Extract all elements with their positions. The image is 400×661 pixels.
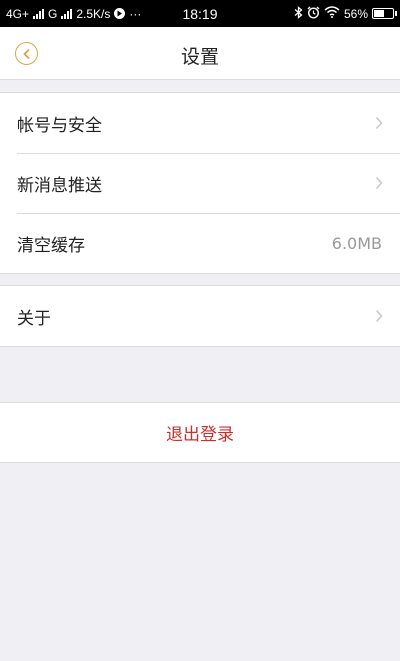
battery-percent: 56% (343, 6, 368, 21)
signal-icon (61, 8, 73, 19)
more-indicator: ··· (129, 6, 142, 21)
nav-bar: 设置 (0, 27, 400, 80)
settings-row-notifications[interactable]: 新消息推送 (0, 153, 400, 213)
row-label: 关于 (17, 308, 51, 329)
cache-size-value: 6.0MB (331, 233, 382, 253)
settings-screen: 4G+ G 2.5K/s ··· 18:19 56% 设置 帐号与安全 新消息推… (0, 0, 400, 661)
settings-row-about[interactable]: 关于 (0, 286, 400, 346)
page-title: 设置 (180, 46, 219, 68)
status-right: 56% (294, 5, 397, 22)
play-icon (114, 8, 126, 19)
settings-row-clear-cache[interactable]: 清空缓存 6.0MB (0, 213, 400, 273)
alarm-icon (307, 6, 320, 22)
battery-icon (372, 8, 397, 19)
signal-icon (33, 8, 45, 19)
network-speed: 2.5K/s (76, 6, 111, 21)
settings-row-account-security[interactable]: 帐号与安全 (0, 93, 400, 153)
battery-fill (374, 10, 384, 17)
wifi-icon (324, 6, 340, 21)
chevron-right-icon (374, 115, 384, 131)
logout-group: 退出登录 (0, 402, 400, 463)
logout-button[interactable]: 退出登录 (0, 403, 400, 462)
row-label: 帐号与安全 (17, 115, 102, 136)
bluetooth-icon (294, 5, 303, 22)
row-label: 清空缓存 (17, 235, 85, 256)
chevron-right-icon (374, 175, 384, 191)
settings-group-about: 关于 (0, 285, 400, 347)
status-left: 4G+ G 2.5K/s ··· (6, 7, 141, 21)
settings-group-account: 帐号与安全 新消息推送 清空缓存 6.0MB (0, 92, 400, 274)
row-label: 新消息推送 (17, 175, 102, 196)
network-type-2: G (48, 6, 58, 21)
chevron-right-icon (374, 308, 384, 324)
network-type-1: 4G+ (6, 6, 30, 21)
status-bar: 4G+ G 2.5K/s ··· 18:19 56% (0, 0, 400, 27)
